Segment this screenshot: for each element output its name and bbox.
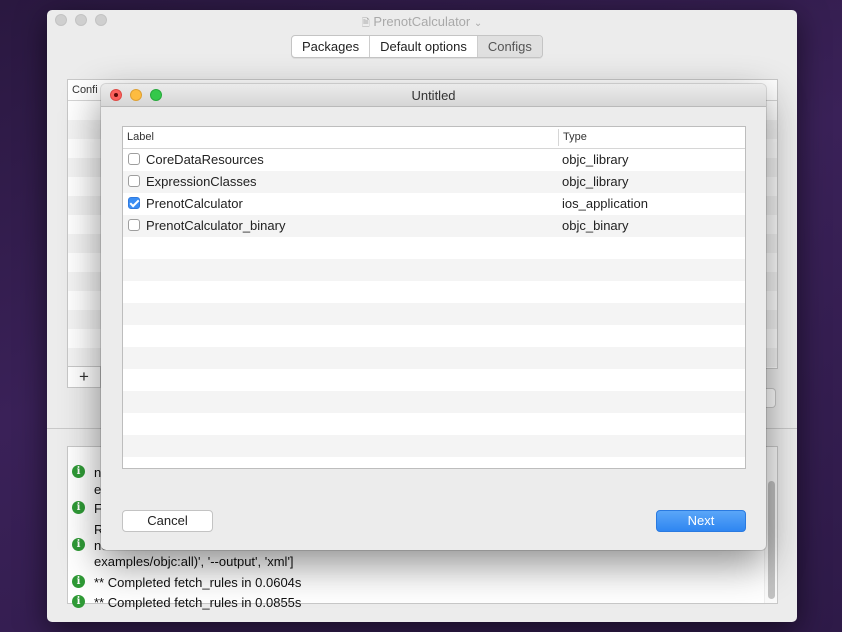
log-line: i ** Completed fetch_rules in 0.0855s [72, 595, 301, 610]
targets-table: Label Type CoreDataResources objc_library… [122, 126, 746, 469]
log-line: examples/objc:all)', '--output', 'xml'] [94, 554, 294, 569]
info-icon: i [72, 595, 85, 608]
empty-row [123, 237, 745, 259]
dialog-titlebar: Untitled [101, 84, 766, 107]
row-type: ios_application [562, 196, 649, 211]
column-divider[interactable] [558, 129, 559, 146]
log-line: i ** Completed fetch_rules in 0.0604s [72, 575, 301, 590]
tab-default-options[interactable]: Default options [370, 36, 478, 57]
row-label: ExpressionClasses [146, 174, 257, 189]
targets-table-header: Label Type [123, 127, 745, 149]
checkbox[interactable] [128, 153, 140, 165]
row-label: PrenotCalculator_binary [146, 218, 286, 233]
table-row[interactable]: PrenotCalculator ios_application [123, 193, 745, 215]
empty-row [123, 303, 745, 325]
info-icon: i [72, 465, 85, 478]
empty-row [123, 435, 745, 457]
row-type: objc_binary [562, 218, 629, 233]
info-icon: i [72, 538, 85, 551]
dialog-title: Untitled [411, 88, 456, 103]
empty-row [123, 413, 745, 435]
table-row[interactable]: PrenotCalculator_binary objc_binary [123, 215, 745, 237]
target-selection-dialog: Untitled Label Type CoreDataResources obj… [101, 84, 766, 550]
targets-table-body: CoreDataResources objc_library ExpressionC… [123, 149, 745, 468]
checkbox[interactable] [128, 219, 140, 231]
column-header-type[interactable]: Type [563, 131, 587, 143]
empty-row [123, 281, 745, 303]
empty-row [123, 259, 745, 281]
checkbox-checked[interactable] [128, 197, 140, 209]
next-button[interactable]: Next [656, 510, 746, 532]
table-row[interactable]: ExpressionClasses objc_library [123, 171, 745, 193]
log-scrollbar-thumb[interactable] [768, 481, 775, 599]
row-type: objc_library [562, 152, 629, 167]
info-icon: i [72, 501, 85, 514]
document-icon: 🗎 [361, 18, 370, 29]
view-segmented-control: Packages Default options Configs [291, 35, 543, 58]
row-label: PrenotCalculator [146, 196, 243, 211]
window-titlebar: 🗎 PrenotCalculator ⌄ [47, 10, 797, 32]
chevron-down-icon[interactable]: ⌄ [474, 18, 482, 29]
table-row[interactable]: CoreDataResources objc_library [123, 149, 745, 171]
empty-row [123, 347, 745, 369]
tab-packages[interactable]: Packages [292, 36, 371, 57]
info-icon: i [72, 575, 85, 588]
checkbox[interactable] [128, 175, 140, 187]
window-title: 🗎 PrenotCalculator ⌄ [361, 14, 483, 29]
background-button[interactable] [765, 388, 776, 408]
row-type: objc_library [562, 174, 629, 189]
cancel-button[interactable]: Cancel [122, 510, 213, 532]
empty-row [123, 391, 745, 413]
empty-row [123, 369, 745, 391]
row-label: CoreDataResources [146, 152, 264, 167]
column-header-label[interactable]: Label [127, 131, 154, 143]
empty-row [123, 325, 745, 347]
tab-configs[interactable]: Configs [477, 36, 542, 57]
add-config-button[interactable]: + [67, 366, 101, 388]
